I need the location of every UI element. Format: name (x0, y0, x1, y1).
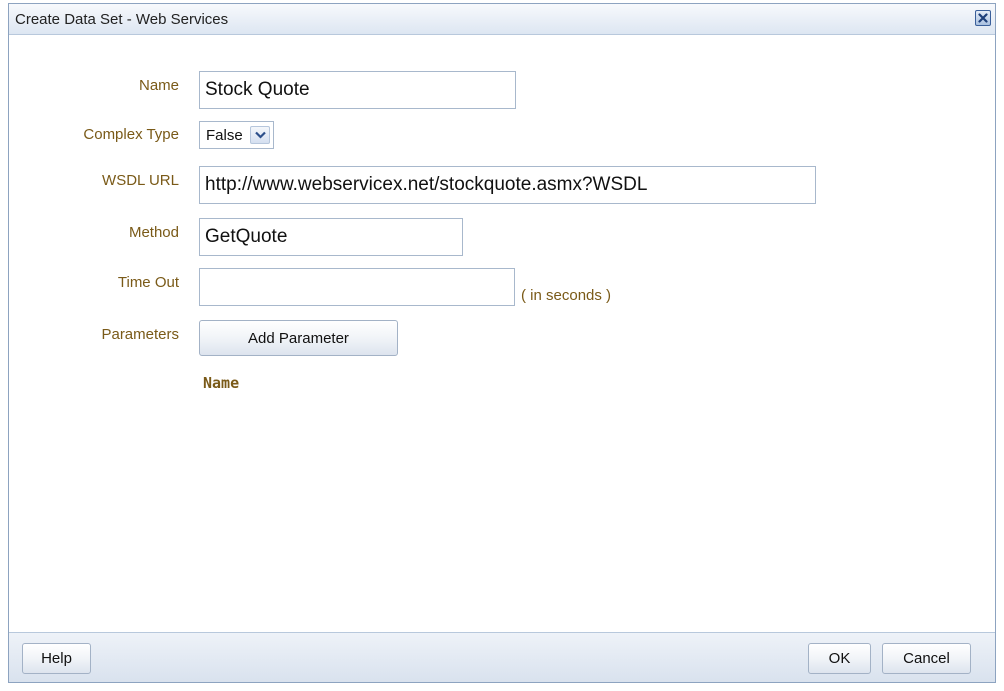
complex-type-select[interactable]: False (199, 121, 274, 149)
timeout-hint: ( in seconds ) (521, 287, 612, 304)
name-input[interactable]: Stock Quote (199, 71, 516, 109)
wsdl-url-input[interactable]: http://www.webservicex.net/stockquote.as… (199, 166, 816, 204)
dialog-titlebar: Create Data Set - Web Services (9, 4, 995, 35)
help-button[interactable]: Help (22, 643, 91, 674)
complex-type-value: False (206, 127, 243, 144)
parameters-column-name: Name (203, 374, 240, 392)
name-label: Name (138, 77, 179, 94)
create-data-set-dialog: Create Data Set - Web Services Name Stoc… (8, 3, 996, 683)
close-button[interactable] (975, 10, 991, 26)
cancel-button[interactable]: Cancel (882, 643, 971, 674)
timeout-input[interactable] (199, 268, 515, 306)
ok-button[interactable]: OK (808, 643, 871, 674)
dialog-footer: Help OK Cancel (9, 632, 995, 682)
chevron-down-icon (254, 131, 266, 139)
dialog-title: Create Data Set - Web Services (15, 11, 229, 28)
complex-type-dropdown-button[interactable] (250, 126, 270, 144)
method-label: Method (128, 224, 179, 241)
complex-type-label: Complex Type (83, 126, 179, 143)
close-icon (978, 13, 988, 23)
method-input[interactable]: GetQuote (199, 218, 463, 256)
parameters-label: Parameters (101, 326, 179, 343)
add-parameter-button[interactable]: Add Parameter (199, 320, 398, 356)
wsdl-url-label: WSDL URL (102, 172, 179, 189)
timeout-label: Time Out (117, 274, 179, 291)
